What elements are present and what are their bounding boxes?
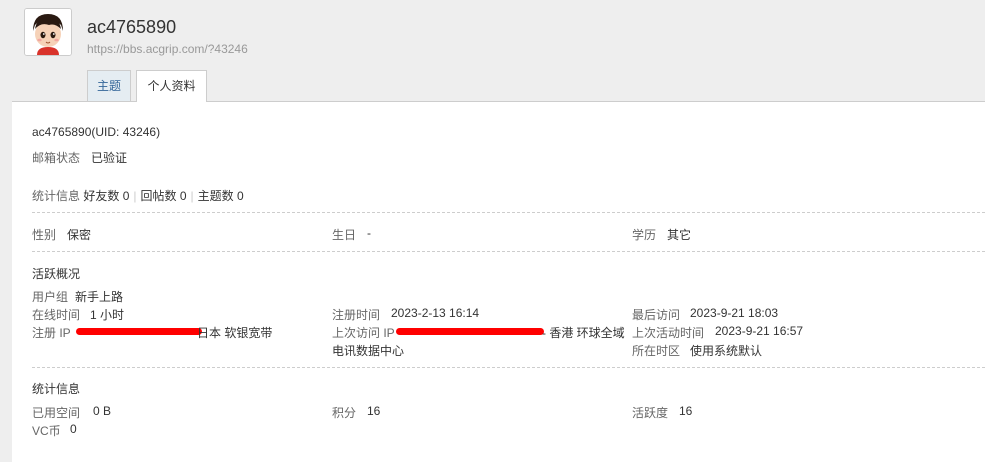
activity-label: 活跃度 [632, 406, 669, 420]
last-active-value: 2023-9-21 16:57 [715, 324, 804, 338]
used-space-value: 0 B [93, 404, 112, 418]
stats-label: 统计信息 [32, 189, 81, 203]
last-ip-location: - 香港 环球全域 [542, 326, 625, 340]
name-uid: ac4765890(UID: 43246) [32, 125, 161, 139]
tab-topics[interactable]: 主题 [87, 70, 131, 101]
cartoon-boy-avatar-icon [25, 9, 71, 55]
last-active-label: 上次活动时间 [632, 326, 705, 340]
avatar[interactable] [24, 8, 72, 56]
online-time-label: 在线时间 [32, 308, 81, 322]
last-ip-label: 上次访问 IP [332, 326, 395, 340]
birthday-label: 生日 [332, 228, 357, 242]
reg-ip-location: 日本 软银宽带 [197, 326, 273, 340]
points-value: 16 [367, 404, 381, 418]
redaction-mark [396, 328, 544, 335]
points-label: 积分 [332, 406, 357, 420]
education-value: 其它 [667, 228, 692, 242]
usergroup-value[interactable]: 新手上路 [75, 288, 123, 305]
timezone-label: 所在时区 [632, 344, 681, 358]
reg-ip-label: 注册 IP [32, 326, 71, 340]
activity-title: 活跃概况 [32, 267, 81, 281]
divider [32, 251, 985, 252]
divider: | [133, 189, 137, 203]
gender-value: 保密 [67, 228, 92, 242]
email-status-label: 邮箱状态 [32, 151, 81, 165]
last-ip-location-cont: 电讯数据中心 [332, 344, 405, 358]
usergroup-label: 用户组 [32, 290, 69, 304]
statistics-title: 统计信息 [32, 382, 81, 396]
vc-value: 0 [70, 422, 77, 436]
divider: | [190, 189, 194, 203]
replies-count-link[interactable]: 回帖数 0 [141, 189, 187, 203]
profile-panel: ac4765890(UID: 43246) 邮箱状态 已验证 统计信息 好友数 … [12, 101, 985, 462]
stats-row: 统计信息 好友数 0 | 回帖数 0 | 主题数 0 [32, 187, 244, 204]
threads-count-link[interactable]: 主题数 0 [198, 189, 244, 203]
last-visit-value: 2023-9-21 18:03 [690, 306, 779, 320]
reg-time-value: 2023-2-13 16:14 [391, 306, 480, 320]
activity-value: 16 [679, 404, 693, 418]
username: ac4765890 [87, 17, 177, 37]
friends-count-link[interactable]: 好友数 0 [83, 189, 129, 203]
redaction-mark [76, 328, 202, 335]
gender-label: 性别 [32, 228, 57, 242]
last-visit-label: 最后访问 [632, 308, 681, 322]
education-label: 学历 [632, 228, 657, 242]
used-space-label: 已用空间 [32, 406, 81, 420]
divider [32, 367, 985, 368]
reg-time-label: 注册时间 [332, 308, 381, 322]
vc-label: VC币 [32, 424, 61, 438]
birthday-value: - [367, 226, 371, 240]
tab-profile[interactable]: 个人资料 [136, 70, 207, 102]
profile-header: ac4765890 https://bbs.acgrip.com/?43246 … [0, 0, 985, 102]
online-time-value: 1 小时 [90, 308, 125, 322]
profile-url[interactable]: https://bbs.acgrip.com/?43246 [87, 42, 248, 56]
divider [32, 212, 985, 213]
email-status-value: 已验证 [91, 151, 128, 165]
timezone-value: 使用系统默认 [690, 344, 763, 358]
